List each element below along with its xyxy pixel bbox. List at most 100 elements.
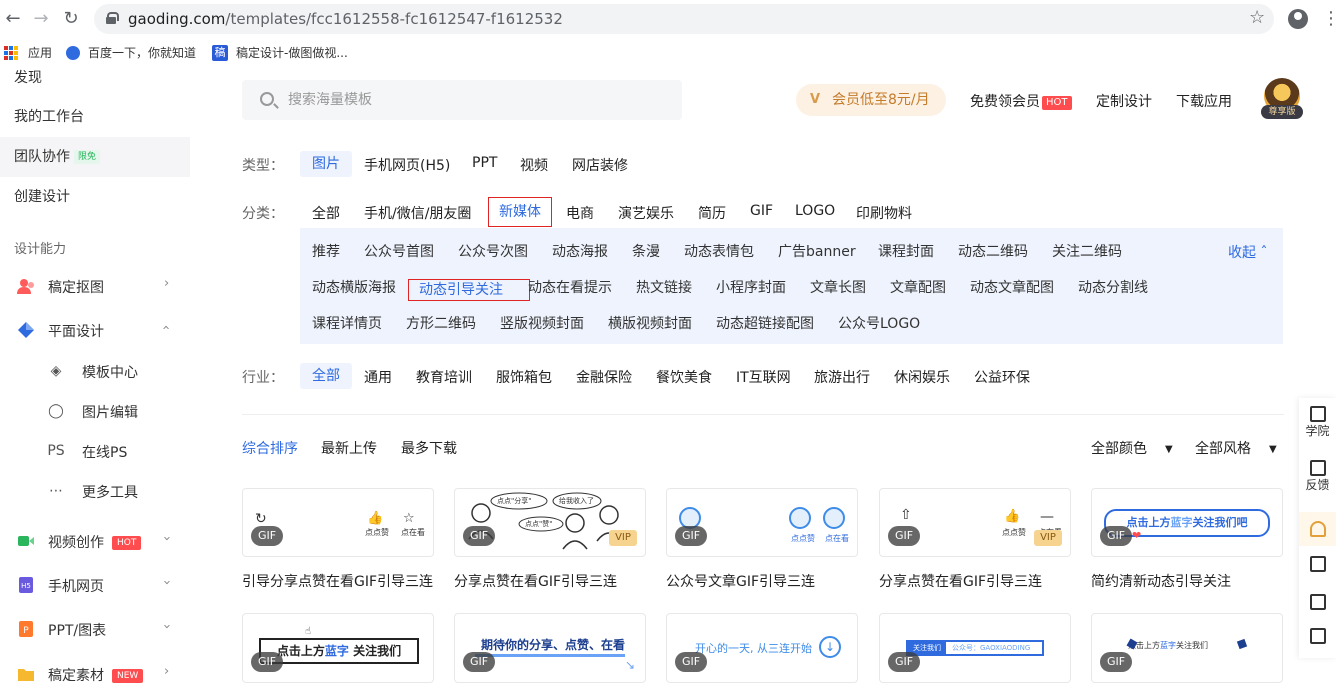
- industry-option[interactable]: 全部: [300, 363, 352, 389]
- bookmark-star-icon[interactable]: ☆: [1249, 7, 1265, 28]
- industry-option[interactable]: 餐饮美食: [656, 367, 712, 387]
- sidebar-item-cutout[interactable]: 稿定抠图 ›: [0, 266, 190, 306]
- template-card[interactable]: 点点"分享" 给我收入了 点点"赞" GIF VIP: [454, 488, 646, 557]
- industry-option[interactable]: 公益环保: [974, 367, 1030, 387]
- sidebar-item-graphic-design[interactable]: 平面设计 ›: [0, 310, 190, 350]
- profile-icon[interactable]: [1288, 9, 1308, 29]
- template-card[interactable]: 点点赞 点在看 GIF: [666, 488, 858, 557]
- subcategory-item[interactable]: 动态在看提示: [528, 277, 612, 297]
- sidebar-item-template-center[interactable]: ◈ 模板中心: [0, 351, 190, 391]
- template-title[interactable]: 分享点赞在看GIF引导三连: [879, 571, 1042, 591]
- sidebar-item-assets[interactable]: 稿定素材 NEW ›: [0, 654, 190, 694]
- briefcase-button[interactable]: [1299, 594, 1336, 610]
- subcategory-item[interactable]: 竖版视频封面: [500, 313, 584, 333]
- subcategory-item[interactable]: 条漫: [632, 241, 660, 261]
- template-card[interactable]: 点击上方蓝字关注我们吧 ❤ GIF: [1091, 488, 1283, 557]
- sidebar-item-image-edit[interactable]: ◯ 图片编辑: [0, 391, 190, 431]
- type-option[interactable]: 视频: [520, 155, 548, 175]
- address-bar[interactable]: gaoding.com/templates/fcc1612558-fc16125…: [94, 4, 1274, 34]
- industry-option[interactable]: 通用: [364, 367, 392, 387]
- category-option[interactable]: 全部: [312, 203, 340, 223]
- subcategory-item[interactable]: 小程序封面: [716, 277, 786, 297]
- sidebar-item-online-ps[interactable]: PS 在线PS: [0, 431, 190, 471]
- search-input[interactable]: [288, 90, 668, 110]
- template-card[interactable]: 点击上方蓝字 关注我们 ☝ GIF: [242, 613, 434, 683]
- sidebar-item-discover[interactable]: 发现: [0, 58, 190, 98]
- sidebar-item-team[interactable]: 团队协作 限免: [0, 137, 190, 177]
- category-option[interactable]: 简历: [698, 203, 726, 223]
- industry-option[interactable]: 金融保险: [576, 367, 632, 387]
- subcategory-item[interactable]: 推荐: [312, 241, 340, 261]
- industry-option[interactable]: 服饰箱包: [496, 367, 552, 387]
- subcategory-item[interactable]: 课程封面: [878, 241, 934, 261]
- template-title[interactable]: 公众号文章GIF引导三连: [666, 571, 815, 591]
- subcategory-item[interactable]: 方形二维码: [406, 313, 476, 333]
- subcategory-item[interactable]: 动态二维码: [958, 241, 1028, 261]
- template-title[interactable]: 引导分享点赞在看GIF引导三连: [242, 571, 433, 591]
- sort-option-downloads[interactable]: 最多下载: [401, 438, 457, 458]
- subcategory-item[interactable]: 课程详情页: [312, 313, 382, 333]
- sidebar-item-create[interactable]: 创建设计: [0, 177, 190, 217]
- sort-option-comprehensive[interactable]: 综合排序: [242, 438, 298, 458]
- template-card[interactable]: ↻ 👍 点点赞 ☆ 点在看 GIF: [242, 488, 434, 557]
- category-option[interactable]: 印刷物料: [856, 203, 912, 223]
- subcategory-item[interactable]: 公众号次图: [458, 241, 528, 261]
- template-title[interactable]: 分享点赞在看GIF引导三连: [454, 571, 617, 591]
- search-box[interactable]: [242, 80, 682, 120]
- industry-option[interactable]: 教育培训: [416, 367, 472, 387]
- sidebar-item-workspace[interactable]: 我的工作台: [0, 97, 190, 137]
- back-icon[interactable]: ←: [2, 8, 24, 30]
- type-option[interactable]: PPT: [472, 155, 497, 171]
- chat-button[interactable]: [1299, 628, 1336, 644]
- category-option[interactable]: 手机/微信/朋友圈: [364, 203, 471, 223]
- type-option[interactable]: 手机网页(H5): [364, 155, 450, 175]
- subcategory-item[interactable]: 广告banner: [778, 241, 856, 261]
- support-button[interactable]: [1299, 512, 1336, 546]
- subcategory-item[interactable]: 公众号LOGO: [838, 313, 920, 333]
- color-dropdown[interactable]: 全部颜色 ▼: [1091, 438, 1173, 458]
- vip-promo-button[interactable]: V 会员低至8元/月: [796, 84, 946, 116]
- book-button[interactable]: [1299, 556, 1336, 572]
- sort-option-newest[interactable]: 最新上传: [321, 438, 377, 458]
- subcategory-item[interactable]: 横版视频封面: [608, 313, 692, 333]
- subcategory-item[interactable]: 动态文章配图: [970, 277, 1054, 297]
- subcategory-item[interactable]: 热文链接: [636, 277, 692, 297]
- category-option-selected[interactable]: 新媒体: [488, 197, 552, 227]
- type-option[interactable]: 图片: [300, 151, 352, 177]
- bookmark-gaoding[interactable]: 稿 稿定设计-做图做视...: [212, 44, 348, 61]
- subcategory-item[interactable]: 关注二维码: [1052, 241, 1122, 261]
- forward-icon[interactable]: →: [30, 8, 52, 30]
- custom-design-link[interactable]: 定制设计: [1096, 91, 1152, 111]
- subcategory-item[interactable]: 动态超链接配图: [716, 313, 814, 333]
- template-card[interactable]: 点击上方蓝字关注我们 GIF: [1091, 613, 1283, 683]
- sidebar-item-h5[interactable]: H5 手机网页 ›: [0, 565, 190, 605]
- subcategory-item[interactable]: 动态横版海报: [312, 277, 396, 297]
- subcategory-item[interactable]: 动态海报: [552, 241, 608, 261]
- sidebar-item-ppt[interactable]: P PPT/图表 ›: [0, 609, 190, 649]
- category-option[interactable]: GIF: [750, 203, 773, 219]
- template-card[interactable]: 开心的一天, 从三连开始 ↓ GIF: [666, 613, 858, 683]
- industry-option[interactable]: 休闲娱乐: [894, 367, 950, 387]
- type-option[interactable]: 网店装修: [572, 155, 628, 175]
- subcategory-item[interactable]: 文章长图: [810, 277, 866, 297]
- subcategory-item[interactable]: 文章配图: [890, 277, 946, 297]
- category-option[interactable]: 电商: [566, 203, 594, 223]
- category-option[interactable]: 演艺娱乐: [618, 203, 674, 223]
- template-card[interactable]: 期待你的分享、点赞、在看 ↘ GIF: [454, 613, 646, 683]
- academy-button[interactable]: 学院: [1299, 406, 1336, 439]
- sidebar-item-video[interactable]: 视频创作 HOT ›: [0, 521, 190, 561]
- template-card[interactable]: 关注我们 公众号：GAOXIAODING GIF: [879, 613, 1071, 683]
- collapse-button[interactable]: 收起 ˆ: [1228, 242, 1267, 262]
- sidebar-item-more-tools[interactable]: ⋯ 更多工具: [0, 471, 190, 511]
- subcategory-item[interactable]: 公众号首图: [364, 241, 434, 261]
- subcategory-item-highlighted[interactable]: 动态引导关注: [408, 279, 530, 301]
- download-app-link[interactable]: 下载应用: [1176, 91, 1232, 111]
- menu-kebab-icon[interactable]: ⋮: [1322, 8, 1336, 29]
- free-vip-link[interactable]: 免费领会员 HOT: [970, 91, 1072, 111]
- template-title[interactable]: 简约清新动态引导关注: [1091, 571, 1231, 591]
- style-dropdown[interactable]: 全部风格 ▼: [1195, 438, 1277, 458]
- industry-option[interactable]: 旅游出行: [814, 367, 870, 387]
- subcategory-item[interactable]: 动态表情包: [684, 241, 754, 261]
- template-card[interactable]: ⇧ 👍 点点赞 — 点在看 GIF VIP: [879, 488, 1071, 557]
- reload-icon[interactable]: ↻: [60, 8, 82, 30]
